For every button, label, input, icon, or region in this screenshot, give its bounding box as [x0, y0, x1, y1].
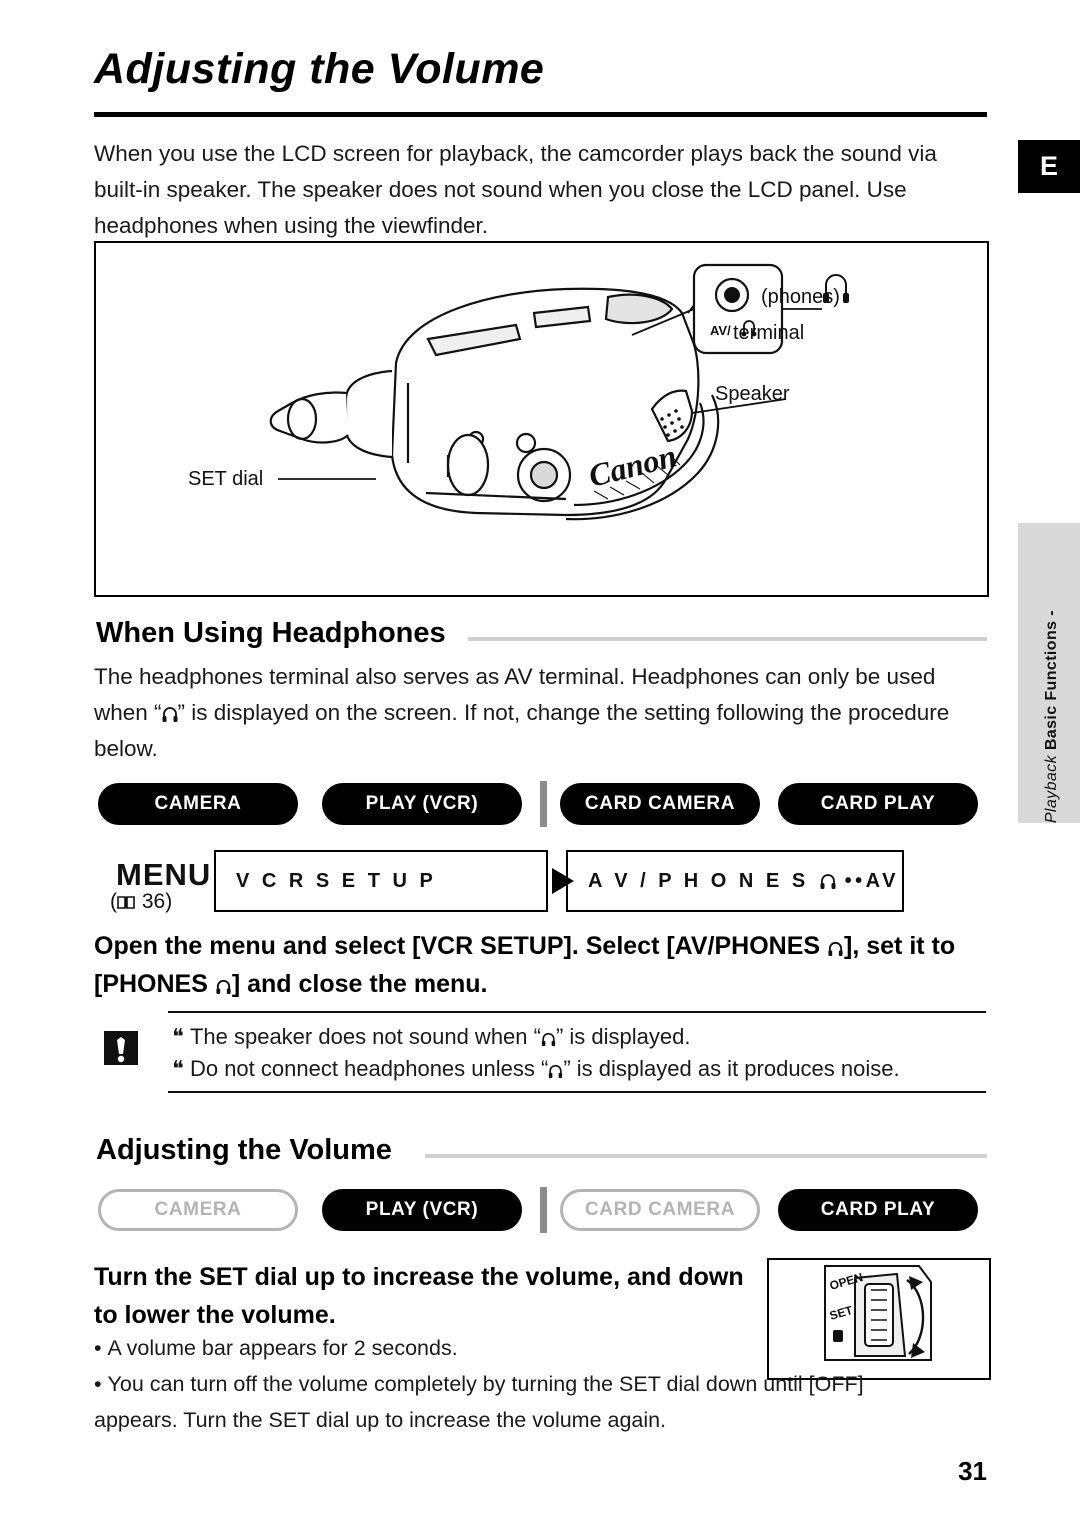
instruction-volume: Turn the SET dial up to increase the vol… — [94, 1258, 764, 1334]
speaker-label: Speaker — [715, 383, 790, 405]
caution-icon — [98, 1025, 144, 1071]
caution-bottom-rule — [168, 1091, 986, 1093]
book-icon — [117, 896, 135, 909]
side-tab-subtitle: Playback — [1043, 754, 1060, 823]
set-dial-illustration: OPEN SET — [824, 1265, 932, 1361]
svg-text:AV/: AV/ — [710, 323, 731, 338]
mode-pill-play-vcr-2[interactable]: PLAY (VCR) — [322, 1189, 522, 1231]
menu-box-av-phones-label: A V / P H O N E S — [588, 869, 809, 892]
mode-pill-play-vcr[interactable]: PLAY (VCR) — [322, 783, 522, 825]
heading-adjusting-volume: Adjusting the Volume — [96, 1134, 392, 1166]
volume-bullet-1: • A volume bar appears for 2 seconds. — [94, 1336, 458, 1360]
mode-pill-card-play[interactable]: CARD PLAY — [778, 783, 978, 825]
headphone-icon-menu — [820, 874, 836, 889]
caution-item-1: ❝ The speaker does not sound when “” is … — [172, 1024, 691, 1050]
set-dial-label: SET dial — [188, 468, 264, 490]
mode-pill-card-camera-2[interactable]: CARD CAMERA — [560, 1189, 760, 1231]
menu-label: MENU — [116, 857, 212, 892]
mode-pill-divider-2 — [540, 1187, 547, 1233]
language-tab: E — [1018, 140, 1080, 193]
phones-terminal-label-line2: terminal — [733, 322, 805, 344]
intro-paragraph: When you use the LCD screen for playback… — [94, 141, 937, 238]
caution-top-rule — [168, 1011, 986, 1013]
side-tab-text: Playback Basic Functions - — [1030, 523, 1074, 823]
page-number: 31 — [958, 1456, 987, 1486]
mode-pill-camera-2[interactable]: CAMERA — [98, 1189, 298, 1231]
instruction-headphones: Open the menu and select [VCR SETUP]. Se… — [94, 932, 956, 998]
heading-when-using-headphones: When Using Headphones — [96, 617, 446, 649]
camcorder-figure: Canon AV/ (phones) terminal Speaker SET … — [94, 241, 989, 597]
menu-box-vcr-setup[interactable]: V C R S E T U P — [214, 850, 548, 912]
title-divider — [94, 112, 987, 117]
menu-box-av-phones[interactable]: A V / P H O N E S ••AV — [566, 850, 904, 912]
heading-rule-volume — [425, 1154, 987, 1158]
mode-pill-camera[interactable]: CAMERA — [98, 783, 298, 825]
menu-page-number: 36 — [141, 890, 166, 913]
volume-bullet-2: • You can turn off the volume completely… — [94, 1372, 864, 1432]
side-tab-title: Basic Functions - — [1043, 609, 1060, 751]
menu-page-reference: ( 36) — [110, 890, 173, 913]
set-dial-figure: OPEN SET — [767, 1258, 991, 1380]
caution-item-2: ❝ Do not connect headphones unless “” is… — [172, 1056, 900, 1082]
camcorder-illustration: Canon AV/ — [269, 263, 849, 521]
phones-terminal-label-line1: (phones) — [761, 286, 840, 308]
instruction-volume-line2: to lower the volume. — [94, 1301, 336, 1329]
mode-pill-divider — [540, 781, 547, 827]
volume-bullet-2-text: You can turn off the volume completely b… — [94, 1372, 864, 1432]
page-title: Adjusting the Volume — [94, 45, 545, 93]
mode-pill-card-play-2[interactable]: CARD PLAY — [778, 1189, 978, 1231]
mode-pill-card-camera[interactable]: CARD CAMERA — [560, 783, 760, 825]
headphones-paragraph: The headphones terminal also serves as A… — [94, 664, 950, 761]
volume-bullet-1-text: A volume bar appears for 2 seconds. — [107, 1336, 458, 1360]
instruction-volume-line1: Turn the SET dial up to increase the vol… — [94, 1263, 744, 1291]
heading-rule-headphones — [468, 637, 987, 641]
